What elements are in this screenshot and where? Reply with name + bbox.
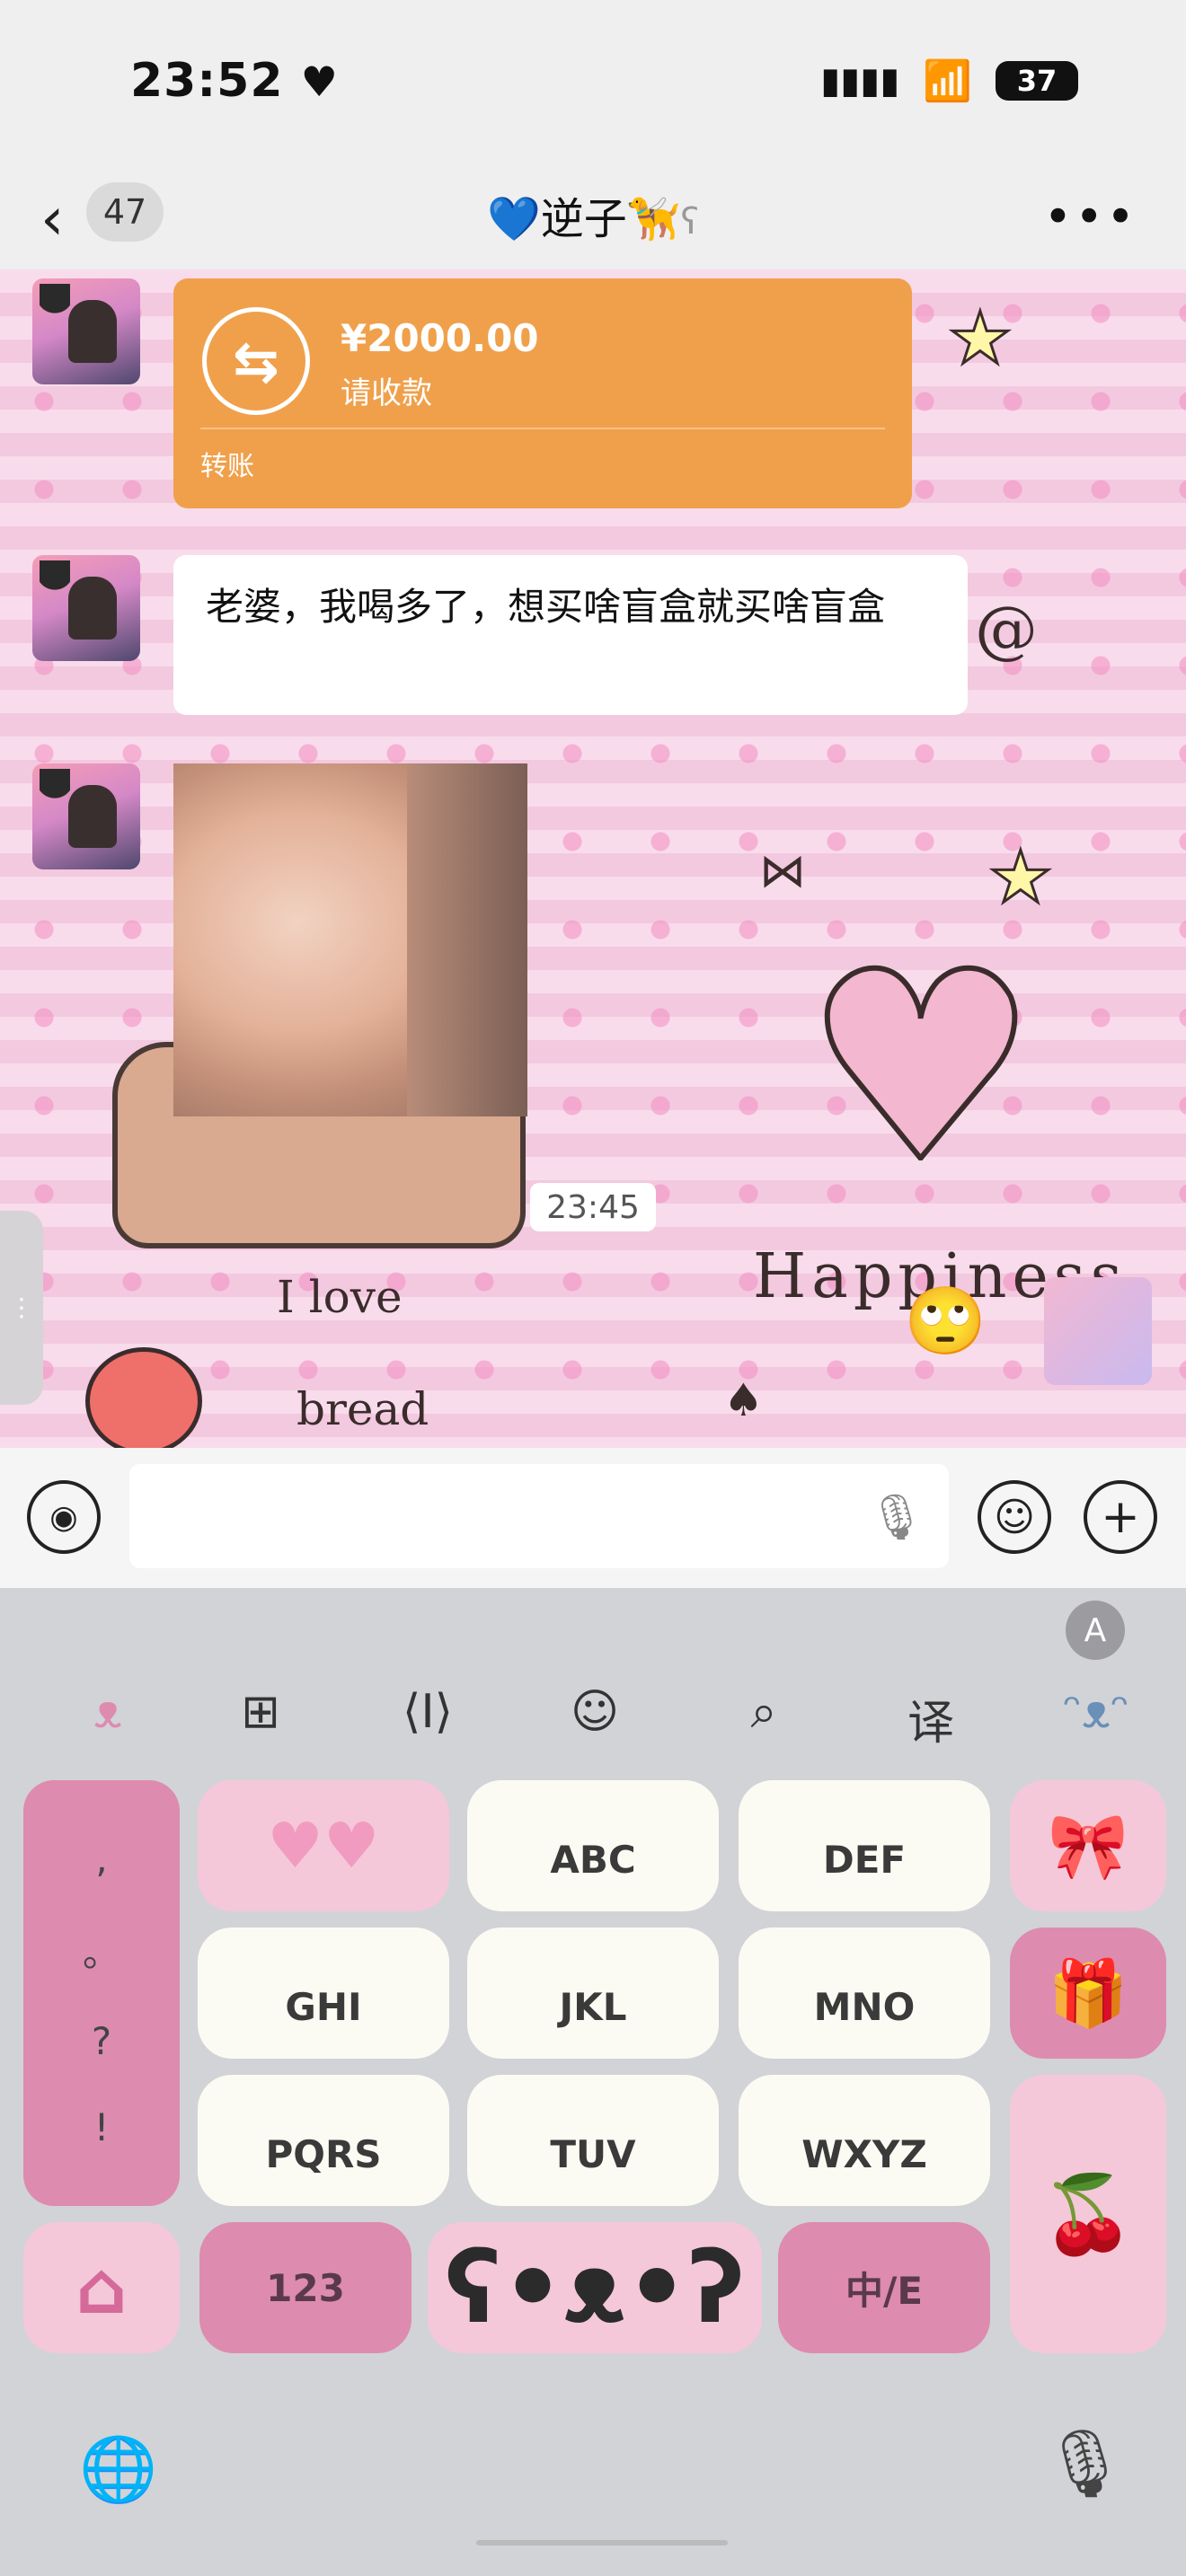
side-drawer-handle[interactable]: ⋮ [0, 1211, 43, 1405]
transfer-arrows-icon: ⇆ [202, 307, 310, 415]
more-options-icon[interactable]: ••• [1043, 189, 1137, 245]
punct-key-comma[interactable]: , [95, 1837, 107, 1881]
transfer-amount: ¥2000.00 [341, 316, 539, 360]
bow-key[interactable]: 🎀 [1010, 1780, 1166, 1911]
gift-key[interactable]: 🎁 [1010, 1928, 1166, 2059]
transfer-footer-label: 转账 [200, 451, 254, 482]
globe-icon[interactable]: 🌐 [79, 2432, 157, 2507]
key-wxyz[interactable]: WXYZ [739, 2075, 990, 2206]
car-sticker[interactable] [1044, 1277, 1152, 1385]
wallpaper-text-i-love: I love [277, 1271, 403, 1323]
key-ghi[interactable]: GHI [198, 1928, 449, 2059]
rolling-eyes-emoji-sticker[interactable]: 🙄 [904, 1283, 987, 1361]
cat-skin-icon[interactable]: ᵔᴥᵔ [1058, 1685, 1134, 1748]
house-key[interactable]: ⌂ [23, 2222, 180, 2353]
punct-key-question[interactable]: ? [92, 2019, 111, 2063]
wallpaper-text-bread: bread [296, 1383, 429, 1435]
space-key[interactable]: ʕ•ᴥ•ʔ [428, 2222, 762, 2353]
message-input[interactable] [129, 1464, 949, 1568]
signal-icon: ▮▮▮▮ [820, 60, 900, 101]
key-abc[interactable]: ABC [467, 1780, 719, 1911]
translate-icon[interactable]: 译 [893, 1685, 969, 1751]
punct-key-exclaim[interactable]: ! [94, 2105, 110, 2149]
star-decoration: ★ [987, 834, 1055, 921]
image-message[interactable] [173, 763, 527, 1116]
punct-key-period[interactable]: 。 [83, 1923, 120, 1978]
key-mno[interactable]: MNO [739, 1928, 990, 2059]
wifi-icon: 📶 [923, 58, 972, 104]
emoji-panel-icon[interactable]: ☺ [557, 1685, 633, 1748]
dictation-mic-icon[interactable]: 🎙 [1042, 2425, 1127, 2503]
chat-title: 💙逆子🦮ʕ [487, 194, 699, 244]
apple-decoration [85, 1347, 202, 1448]
bow-decoration: ⋈ [759, 844, 806, 898]
contact-avatar[interactable] [32, 763, 140, 869]
status-time: 23:52 ♥ [130, 54, 339, 108]
ear-icon: ʕ [680, 201, 699, 243]
key-jkl[interactable]: JKL [467, 1928, 719, 2059]
heart-bear-decoration: ♥ [801, 917, 1040, 1220]
keyboard-layout-icon[interactable]: ⊞ [223, 1685, 298, 1748]
contact-avatar[interactable] [32, 278, 140, 384]
text-message-bubble[interactable]: 老婆，我喝多了，想买啥盲盒就买啥盲盒 [173, 555, 968, 715]
key-pqrs[interactable]: PQRS [198, 2075, 449, 2206]
status-icons: ▮▮▮▮ 📶 37 [820, 57, 1078, 104]
battery-icon: 37 [996, 61, 1078, 101]
punctuation-column: , 。 ? ! [23, 1780, 180, 2206]
transfer-message-card[interactable]: ⇆ ¥2000.00 请收款 转账 [173, 278, 912, 508]
mic-icon[interactable]: 🎙 [868, 1491, 925, 1544]
emoji-icon[interactable]: ☺ [978, 1480, 1051, 1554]
transfer-request-label: 请收款 [341, 375, 432, 411]
keyboard-lock-icon[interactable]: A [1066, 1601, 1125, 1660]
search-icon[interactable]: ⌕ [726, 1685, 801, 1748]
key-language-switch[interactable]: 中/E [778, 2222, 990, 2353]
contact-avatar[interactable] [32, 555, 140, 661]
key-def[interactable]: DEF [739, 1780, 990, 1911]
drop-decoration: ♠ [723, 1374, 764, 1426]
divider [200, 428, 885, 429]
plus-icon[interactable]: + [1084, 1480, 1157, 1554]
star-decoration: ★ [947, 296, 1014, 382]
bunny-skin-icon[interactable]: ᴥ [70, 1685, 146, 1748]
cherry-key[interactable]: 🍒 [1010, 2075, 1166, 2353]
key-tuv[interactable]: TUV [467, 2075, 719, 2206]
message-timestamp: 23:45 [530, 1183, 656, 1231]
hearts-key[interactable]: ♥♥ [198, 1780, 449, 1911]
swirl-decoration: @ [975, 593, 1038, 666]
cursor-icon[interactable]: ⟨I⟩ [390, 1685, 465, 1748]
key-123[interactable]: 123 [199, 2222, 412, 2353]
home-indicator [476, 2540, 728, 2545]
voice-toggle-icon[interactable]: ◉ [27, 1480, 101, 1554]
